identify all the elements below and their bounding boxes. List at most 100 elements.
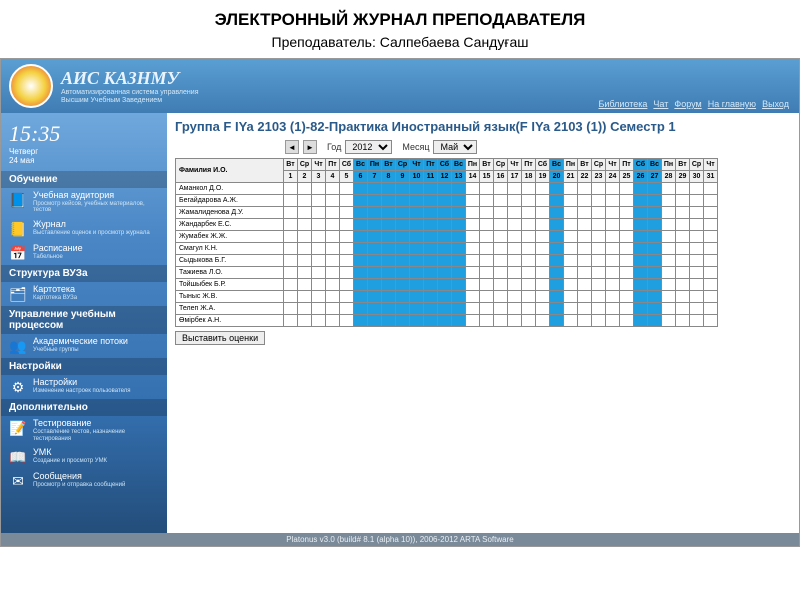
grade-cell[interactable] xyxy=(592,255,606,267)
grade-cell[interactable] xyxy=(452,303,466,315)
grade-cell[interactable] xyxy=(312,315,326,327)
grade-cell[interactable] xyxy=(564,231,578,243)
grade-cell[interactable] xyxy=(438,267,452,279)
grade-cell[interactable] xyxy=(508,315,522,327)
toplink[interactable]: На главную xyxy=(708,99,756,109)
grade-cell[interactable] xyxy=(508,291,522,303)
grade-cell[interactable] xyxy=(508,243,522,255)
grade-cell[interactable] xyxy=(592,315,606,327)
grade-cell[interactable] xyxy=(606,255,620,267)
grade-cell[interactable] xyxy=(312,279,326,291)
grade-cell[interactable] xyxy=(690,315,704,327)
grade-cell[interactable] xyxy=(634,291,648,303)
grade-cell[interactable] xyxy=(396,207,410,219)
grade-cell[interactable] xyxy=(522,183,536,195)
grade-cell[interactable] xyxy=(424,303,438,315)
grade-cell[interactable] xyxy=(438,291,452,303)
grade-cell[interactable] xyxy=(508,195,522,207)
grade-cell[interactable] xyxy=(326,303,340,315)
grade-cell[interactable] xyxy=(494,303,508,315)
grade-cell[interactable] xyxy=(592,231,606,243)
grade-cell[interactable] xyxy=(676,219,690,231)
grade-cell[interactable] xyxy=(368,279,382,291)
grade-cell[interactable] xyxy=(466,303,480,315)
grade-cell[interactable] xyxy=(452,207,466,219)
grade-cell[interactable] xyxy=(480,243,494,255)
grade-cell[interactable] xyxy=(564,303,578,315)
grade-cell[interactable] xyxy=(536,219,550,231)
grade-cell[interactable] xyxy=(508,231,522,243)
grade-cell[interactable] xyxy=(494,207,508,219)
grade-cell[interactable] xyxy=(494,243,508,255)
grade-cell[interactable] xyxy=(522,207,536,219)
grade-cell[interactable] xyxy=(312,231,326,243)
grade-cell[interactable] xyxy=(564,255,578,267)
grade-cell[interactable] xyxy=(578,255,592,267)
grade-cell[interactable] xyxy=(536,303,550,315)
grade-cell[interactable] xyxy=(690,267,704,279)
grade-cell[interactable] xyxy=(648,303,662,315)
grade-cell[interactable] xyxy=(634,183,648,195)
grade-cell[interactable] xyxy=(648,243,662,255)
grade-cell[interactable] xyxy=(438,231,452,243)
grade-cell[interactable] xyxy=(704,195,718,207)
prev-button[interactable]: ◄ xyxy=(285,140,299,154)
grade-cell[interactable] xyxy=(690,291,704,303)
grade-cell[interactable] xyxy=(326,267,340,279)
grade-cell[interactable] xyxy=(382,219,396,231)
grade-cell[interactable] xyxy=(410,243,424,255)
grade-cell[interactable] xyxy=(368,207,382,219)
grade-cell[interactable] xyxy=(494,255,508,267)
grade-cell[interactable] xyxy=(368,291,382,303)
grade-cell[interactable] xyxy=(634,267,648,279)
grade-cell[interactable] xyxy=(536,195,550,207)
grade-cell[interactable] xyxy=(312,195,326,207)
grade-cell[interactable] xyxy=(410,219,424,231)
grade-cell[interactable] xyxy=(648,231,662,243)
grade-cell[interactable] xyxy=(382,303,396,315)
grade-cell[interactable] xyxy=(550,243,564,255)
grade-cell[interactable] xyxy=(550,219,564,231)
grade-cell[interactable] xyxy=(312,243,326,255)
grade-cell[interactable] xyxy=(550,279,564,291)
grade-cell[interactable] xyxy=(284,267,298,279)
grade-cell[interactable] xyxy=(424,207,438,219)
grade-cell[interactable] xyxy=(452,195,466,207)
grade-cell[interactable] xyxy=(424,315,438,327)
grade-cell[interactable] xyxy=(494,267,508,279)
grade-cell[interactable] xyxy=(298,303,312,315)
grade-cell[interactable] xyxy=(494,279,508,291)
grade-cell[interactable] xyxy=(438,219,452,231)
grade-cell[interactable] xyxy=(298,291,312,303)
grade-cell[interactable] xyxy=(326,315,340,327)
grade-cell[interactable] xyxy=(284,243,298,255)
sidebar-item[interactable]: 👥Академические потокиУчебные группы xyxy=(1,334,167,358)
grade-cell[interactable] xyxy=(522,255,536,267)
grade-cell[interactable] xyxy=(662,183,676,195)
grade-cell[interactable] xyxy=(704,315,718,327)
grade-cell[interactable] xyxy=(550,183,564,195)
grade-cell[interactable] xyxy=(396,183,410,195)
grade-cell[interactable] xyxy=(452,279,466,291)
sidebar-item[interactable]: 📘Учебная аудиторияПросмотр кейсов, учебн… xyxy=(1,188,167,217)
grade-cell[interactable] xyxy=(578,183,592,195)
grade-cell[interactable] xyxy=(396,267,410,279)
grade-cell[interactable] xyxy=(396,231,410,243)
grade-cell[interactable] xyxy=(564,279,578,291)
grade-cell[interactable] xyxy=(424,231,438,243)
grade-cell[interactable] xyxy=(284,207,298,219)
grade-cell[interactable] xyxy=(466,231,480,243)
grade-cell[interactable] xyxy=(466,219,480,231)
grade-cell[interactable] xyxy=(648,183,662,195)
grade-cell[interactable] xyxy=(704,243,718,255)
grade-cell[interactable] xyxy=(438,255,452,267)
grade-cell[interactable] xyxy=(620,255,634,267)
grade-cell[interactable] xyxy=(382,255,396,267)
grade-cell[interactable] xyxy=(354,219,368,231)
grade-cell[interactable] xyxy=(354,315,368,327)
grade-cell[interactable] xyxy=(564,183,578,195)
grade-cell[interactable] xyxy=(480,315,494,327)
grade-cell[interactable] xyxy=(578,195,592,207)
grade-cell[interactable] xyxy=(382,315,396,327)
grade-cell[interactable] xyxy=(480,303,494,315)
